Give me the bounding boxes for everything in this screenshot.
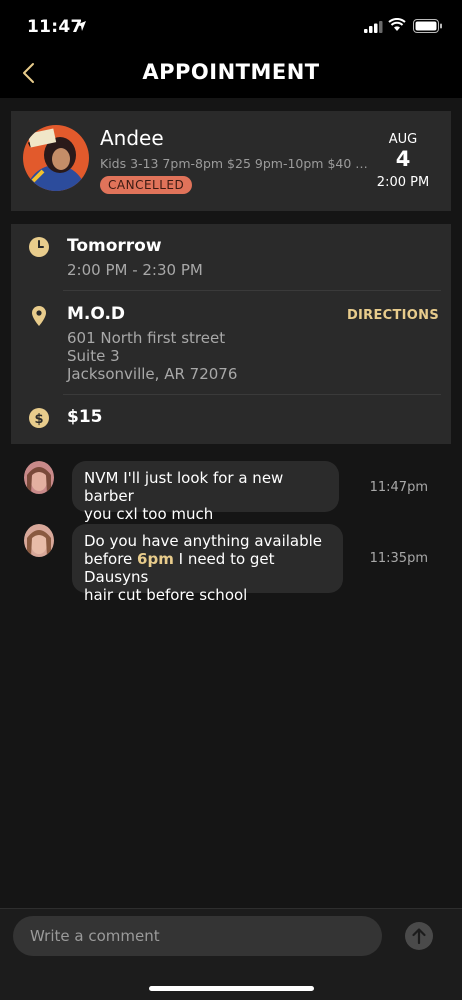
dollar-icon: $ (29, 408, 49, 428)
address-line-3: Jacksonville, AR 72076 (67, 365, 238, 383)
client-avatar-illustration (23, 125, 89, 191)
comment-bubble: Do you have anything available before 6p… (72, 524, 343, 604)
appointment-summary-card[interactable]: Andee Kids 3-13 7pm-8pm $25 9pm-10pm $40… (11, 111, 451, 211)
clock-icon (29, 237, 49, 257)
service-description: Kids 3-13 7pm-8pm $25 9pm-10pm $40 Satur… (100, 156, 375, 171)
commenter-avatar (24, 524, 54, 557)
arrow-up-icon (412, 928, 426, 945)
svg-text:$: $ (34, 412, 43, 427)
comment-bubble: NVM I'll just look for a new barber you … (72, 461, 339, 523)
address-line-1: 601 North first street (67, 329, 226, 347)
divider (63, 290, 441, 291)
date-time: 2:00 PM (376, 175, 430, 190)
home-indicator (149, 986, 314, 991)
highlighted-time: 6pm (137, 550, 174, 568)
client-name: Andee (100, 126, 164, 150)
comment-text: NVM I'll just look for a new barber (84, 469, 284, 505)
send-button[interactable] (405, 922, 433, 950)
commenter-avatar (24, 461, 54, 494)
appointment-day: Tomorrow (67, 236, 162, 256)
comment-text: before (84, 550, 138, 568)
location-pin-icon (32, 306, 46, 326)
comment-composer (0, 908, 462, 1000)
client-avatar (23, 125, 89, 191)
date-month: AUG (388, 132, 418, 147)
shop-name: M.O.D (67, 304, 126, 324)
comment-time: 11:47pm (369, 480, 428, 495)
divider (63, 394, 441, 395)
comment-text: Do you have anything available (84, 532, 323, 550)
cellular-signal-icon (364, 21, 383, 33)
location-arrow-icon (76, 21, 86, 31)
comment-time: 11:35pm (369, 551, 428, 566)
page-title: APPOINTMENT (142, 60, 320, 84)
comment-input[interactable] (13, 916, 382, 956)
appointment-details: Tomorrow 2:00 PM - 2:30 PM M.O.D DIRECTI… (11, 224, 451, 444)
directions-link[interactable]: DIRECTIONS (347, 308, 439, 323)
battery-icon (413, 19, 442, 33)
address-line-2: Suite 3 (67, 347, 120, 365)
appointment-time-range: 2:00 PM - 2:30 PM (67, 261, 203, 279)
status-badge: CANCELLED (100, 176, 193, 194)
status-bar: 11:47 (0, 0, 462, 52)
wifi-icon (388, 18, 406, 31)
price: $15 (67, 407, 103, 427)
navigation-bar: APPOINTMENT (0, 52, 462, 98)
comment-text: hair cut before school (84, 586, 248, 604)
date-day: 4 (395, 147, 411, 171)
comment-text: you cxl too much (84, 505, 214, 523)
comment-text-line: before 6pm I need to get Dausyns (84, 550, 331, 586)
